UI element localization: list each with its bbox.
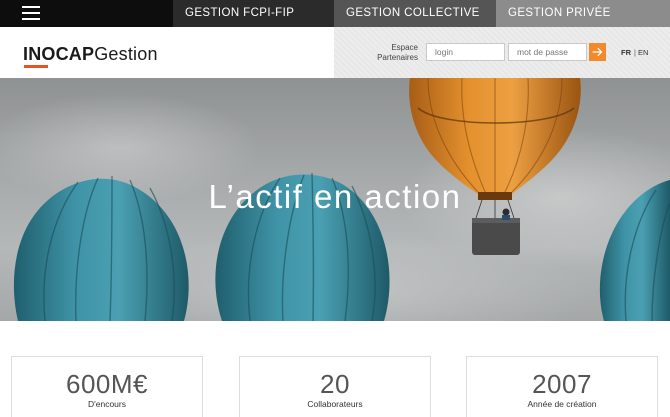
stat-label: D'encours (87, 399, 126, 409)
partner-space-label: Espace Partenaires (372, 43, 418, 63)
language-fr-link[interactable]: FR (621, 48, 631, 57)
site-header: INOCAPGestion Espace Partenaires FR | EN (0, 27, 670, 78)
password-input[interactable] (508, 43, 587, 61)
logo-text: INOCAPGestion (23, 44, 158, 64)
stat-value: 20 (320, 369, 350, 399)
stat-label: Année de création (527, 399, 597, 409)
logo-accent-bar (24, 65, 48, 68)
language-separator: | (634, 48, 636, 57)
stat-value: 600M€ (66, 369, 148, 399)
hamburger-menu-icon[interactable] (22, 6, 40, 20)
stat-label: Collaborateurs (307, 399, 363, 409)
tab-gestion-collective[interactable]: GESTION COLLECTIVE (334, 0, 496, 27)
logo-regular-part: Gestion (94, 44, 158, 64)
stat-card-annee-creation: 2007 Année de création (466, 356, 658, 417)
login-submit-button[interactable] (589, 43, 606, 61)
partner-login-zone: Espace Partenaires FR | EN (334, 27, 670, 78)
partner-label-line2: Partenaires (377, 53, 418, 62)
hero-banner: L’actif en action (0, 78, 670, 321)
language-en-link[interactable]: EN (638, 48, 648, 57)
stat-value: 2007 (532, 369, 592, 399)
top-navigation-bar: GESTION FCPI-FIP GESTION COLLECTIVE GEST… (0, 0, 670, 27)
inocap-gestion-logo[interactable]: INOCAPGestion (23, 44, 158, 70)
logo-bold-part: INOCAP (23, 44, 95, 64)
arrow-right-icon (592, 47, 603, 57)
stat-card-collaborateurs: 20 Collaborateurs (239, 356, 431, 417)
tab-gestion-fcpi-fip[interactable]: GESTION FCPI-FIP (173, 0, 334, 27)
hero-title: L’actif en action (208, 178, 462, 215)
tab-gestion-privee[interactable]: GESTION PRIVÉE (496, 0, 670, 27)
login-input[interactable] (426, 43, 505, 61)
partner-label-line1: Espace (391, 43, 418, 52)
stat-card-encours: 600M€ D'encours (11, 356, 203, 417)
